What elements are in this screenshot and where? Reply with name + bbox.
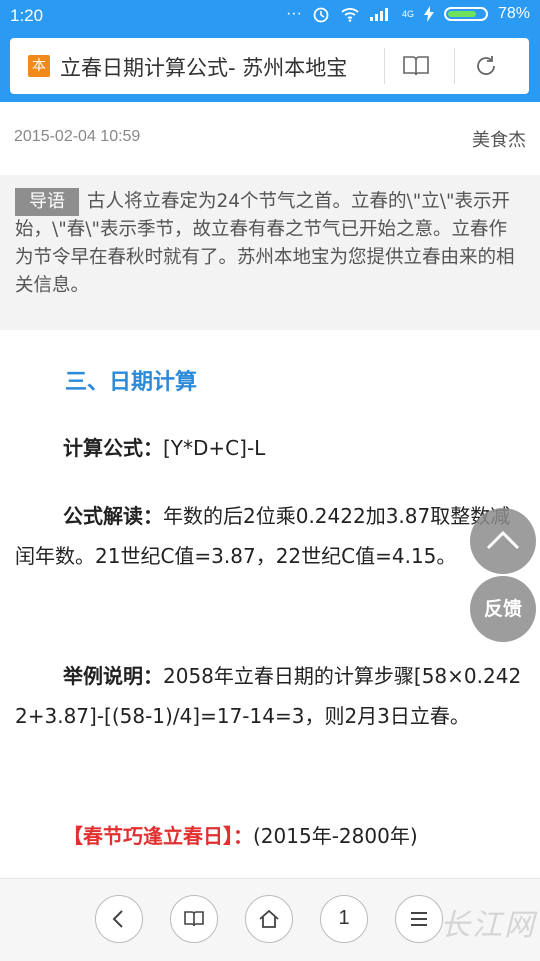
festival-label: 【春节巧逢立春日】： [63, 824, 253, 848]
divider [454, 48, 455, 84]
battery-icon [443, 7, 488, 21]
intro-text: 古人将立春定为24个节气之首。立春的\"立\"表示开始，\"春\"表示季节，故立… [15, 191, 515, 296]
page-title[interactable]: 立春日期计算公式- 苏州本地宝 [60, 52, 347, 82]
article-meta: 2015-02-04 10:59 美食杰 [0, 102, 540, 166]
festival-value: (2015年-2800年) [253, 824, 418, 848]
charging-icon [423, 6, 434, 22]
chevron-up-icon [486, 530, 520, 550]
home-icon [259, 909, 279, 928]
more-dots-icon: ··· [285, 5, 302, 22]
home-button[interactable] [245, 895, 293, 943]
site-favicon: 本 [28, 55, 50, 77]
tabs-button[interactable]: 1 [320, 895, 368, 943]
feedback-label: 反馈 [483, 598, 522, 620]
refresh-icon [477, 56, 495, 75]
example-label: 举例说明： [63, 664, 163, 688]
status-bar: 1:20 ··· 4G 78% [0, 0, 540, 30]
status-time: 1:20 [10, 6, 44, 25]
menu-icon [411, 912, 427, 926]
book-icon [403, 56, 429, 76]
back-button[interactable] [95, 895, 143, 943]
alarm-icon [313, 7, 329, 23]
intro-paragraph: 导语 古人将立春定为24个节气之首。立春的\"立\"表示开始，\"春\"表示季节，… [15, 188, 520, 300]
article-author: 美食杰 [472, 130, 526, 151]
feedback-button[interactable]: 反馈 [470, 576, 536, 642]
wifi-icon [341, 8, 359, 22]
publish-date: 2015-02-04 10:59 [14, 128, 141, 145]
explain-paragraph: 公式解读：年数的后2位乘0.2422加3.87取整数减闰年数。21世纪C值=3.… [15, 496, 523, 576]
section-heading: 三、日期计算 [65, 370, 198, 395]
divider [384, 48, 385, 84]
browser-toolbar: 本 立春日期计算公式- 苏州本地宝 [0, 30, 540, 102]
festival-paragraph: 【春节巧逢立春日】：(2015年-2800年) [15, 816, 523, 856]
refresh-button[interactable] [464, 46, 508, 86]
status-icons: ··· 4G 78% [286, 5, 530, 23]
article-intro: 导语 古人将立春定为24个节气之首。立春的\"立\"表示开始，\"春\"表示季节，… [0, 175, 540, 330]
explain-label: 公式解读： [63, 504, 163, 528]
signal-icon [369, 8, 388, 21]
formula-paragraph: 计算公式：[Y*D+C]-L [15, 428, 523, 468]
menu-button[interactable] [395, 895, 443, 943]
scroll-top-button[interactable] [470, 508, 536, 574]
formula-label: 计算公式： [63, 436, 163, 460]
bookmarks-button[interactable] [170, 895, 218, 943]
reader-mode-button[interactable] [394, 46, 438, 86]
book-icon [184, 911, 204, 927]
formula-value: [Y*D+C]-L [163, 436, 266, 460]
battery-percent: 78% [497, 5, 530, 22]
intro-tag: 导语 [15, 188, 79, 216]
tab-count: 1 [338, 907, 350, 929]
example-paragraph: 举例说明：2058年立春日期的计算步骤[58×0.2422+3.87]-[(58… [15, 656, 523, 736]
chevron-left-icon [112, 910, 123, 928]
network-type: 4G [401, 9, 414, 19]
address-bar[interactable]: 本 立春日期计算公式- 苏州本地宝 [10, 38, 529, 94]
watermark-logo: 长江网 [440, 908, 536, 943]
